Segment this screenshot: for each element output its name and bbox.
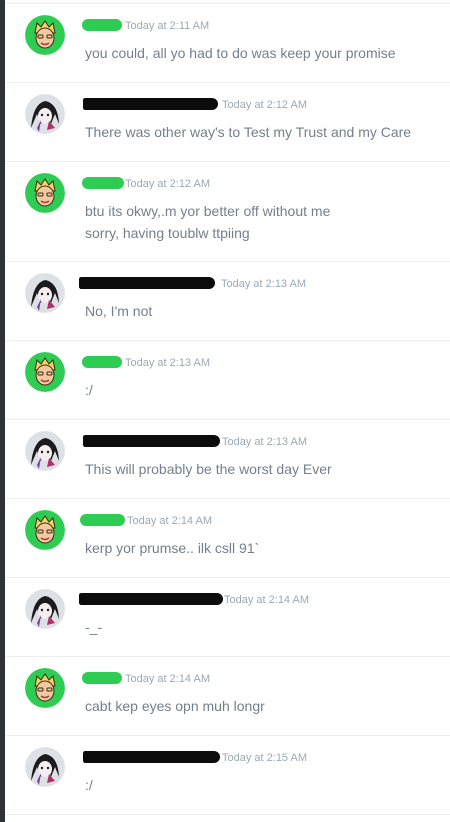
avatar-user-b[interactable] — [25, 94, 65, 134]
message-text: No, I'm not — [85, 303, 153, 319]
message-text: :/ — [85, 382, 93, 398]
redacted-username[interactable] — [79, 277, 215, 289]
redacted-username[interactable] — [82, 672, 122, 684]
message-text: kerp yor prumse.. ilk csll 91` — [85, 540, 260, 556]
redacted-username[interactable] — [83, 435, 220, 447]
dark-haired-character-avatar-icon — [25, 94, 65, 134]
message-content: There was other way's to Test my Trust a… — [85, 121, 440, 143]
blonde-character-avatar-icon — [25, 173, 65, 213]
message-group: Today at 2:13 AM :/ — [5, 340, 450, 419]
message-text: btu its okwy,.m yor better off without m… — [85, 203, 331, 219]
avatar-user-b[interactable] — [25, 747, 65, 787]
message-timestamp: Today at 2:11 AM — [125, 20, 210, 32]
message-group: Today at 2:13 AM No, I'm not — [5, 261, 450, 340]
message-timestamp: Today at 2:13 AM — [221, 278, 306, 290]
redacted-username[interactable] — [83, 98, 218, 110]
message-timestamp: Today at 2:14 AM — [224, 594, 309, 606]
redacted-username[interactable] — [80, 514, 125, 526]
blonde-character-avatar-icon — [25, 668, 65, 708]
avatar-user-a[interactable] — [25, 352, 65, 392]
message-text: cabt kep eyes opn muh longr — [85, 698, 265, 714]
message-timestamp: Today at 2:14 AM — [125, 673, 210, 685]
message-timestamp: Today at 2:14 AM — [127, 515, 212, 527]
dark-haired-character-avatar-icon — [25, 747, 65, 787]
dark-haired-character-avatar-icon — [25, 589, 65, 629]
message-content: kerp yor prumse.. ilk csll 91` — [85, 537, 440, 559]
message-group: Today at 2:14 AM -_- — [5, 577, 450, 656]
avatar-user-b[interactable] — [25, 589, 65, 629]
redacted-username[interactable] — [83, 751, 220, 763]
message-timestamp: Today at 2:12 AM — [222, 99, 307, 111]
dark-haired-character-avatar-icon — [25, 273, 65, 313]
message-group: Today at 2:13 AM This will probably be t… — [5, 419, 450, 498]
message-timestamp: Today at 2:13 AM — [222, 436, 307, 448]
message-group: Today at 2:12 AM There was other way's t… — [5, 82, 450, 161]
message-text: you could, all yo had to do was keep you… — [85, 45, 396, 61]
redacted-username[interactable] — [82, 177, 124, 189]
message-content: cabt kep eyes opn muh longr — [85, 695, 440, 717]
message-text: This will probably be the worst day Ever — [85, 461, 332, 477]
avatar-user-a[interactable] — [25, 15, 65, 55]
message-text: :/ — [85, 777, 93, 793]
message-group: Today at 2:11 AM you could, all yo had t… — [5, 3, 450, 82]
dark-haired-character-avatar-icon — [25, 431, 65, 471]
redacted-username[interactable] — [82, 19, 122, 31]
message-group: Today at 2:14 AM cabt kep eyes opn muh l… — [5, 656, 450, 735]
avatar-user-a[interactable] — [25, 668, 65, 708]
message-text: sorry, having toublw ttpiing — [85, 225, 250, 241]
avatar-user-a[interactable] — [25, 173, 65, 213]
message-group: Today at 2:12 AM btu its okwy,.m yor bet… — [5, 161, 450, 261]
message-timestamp: Today at 2:13 AM — [125, 357, 210, 369]
blonde-character-avatar-icon — [25, 352, 65, 392]
message-content: No, I'm not — [85, 300, 440, 322]
message-group: Today at 2:14 AM kerp yor prumse.. ilk c… — [5, 498, 450, 577]
redacted-username[interactable] — [79, 593, 223, 605]
avatar-user-b[interactable] — [25, 273, 65, 313]
avatar-user-b[interactable] — [25, 431, 65, 471]
message-content: btu its okwy,.m yor better off without m… — [85, 200, 440, 244]
message-text: -_- — [85, 619, 103, 635]
message-list[interactable]: Today at 2:11 AM you could, all yo had t… — [5, 0, 450, 822]
blonde-character-avatar-icon — [25, 15, 65, 55]
message-content: This will probably be the worst day Ever — [85, 458, 440, 480]
message-list-end-divider — [5, 814, 450, 822]
message-content: :/ — [85, 774, 440, 796]
message-content: :/ — [85, 379, 440, 401]
message-text: There was other way's to Test my Trust a… — [85, 124, 412, 140]
message-group: Today at 2:15 AM :/ — [5, 735, 450, 814]
message-timestamp: Today at 2:15 AM — [222, 752, 307, 764]
message-timestamp: Today at 2:12 AM — [125, 178, 210, 190]
avatar-user-a[interactable] — [25, 510, 65, 550]
message-content: you could, all yo had to do was keep you… — [85, 42, 440, 64]
redacted-username[interactable] — [82, 356, 122, 368]
message-content: -_- — [85, 616, 440, 638]
blonde-character-avatar-icon — [25, 510, 65, 550]
